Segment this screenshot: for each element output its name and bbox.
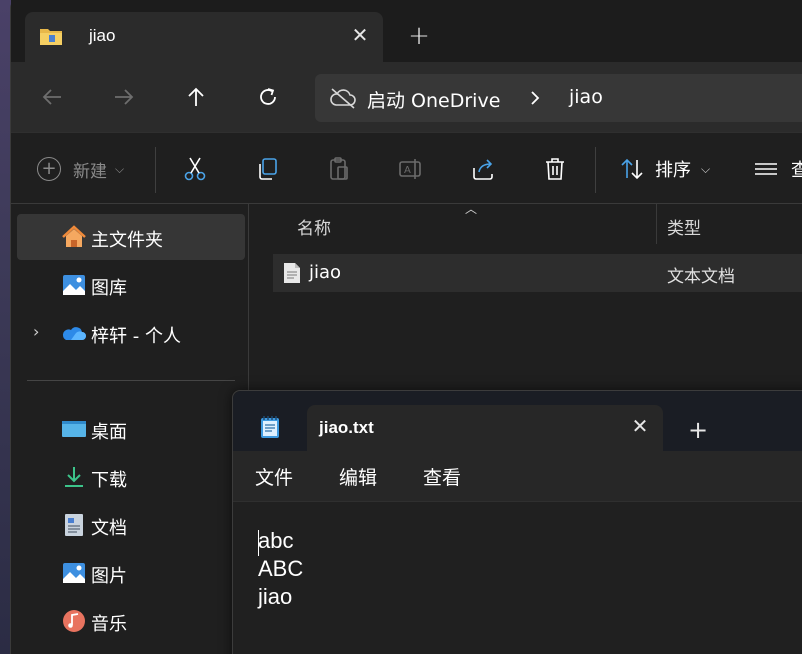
address-bar[interactable]: 启动 OneDrive jiao [315, 74, 802, 122]
sidebar-item-label: 主文件夹 [91, 230, 163, 251]
sidebar-divider [27, 380, 235, 381]
copy-icon [259, 158, 277, 180]
scissors-icon [184, 157, 206, 181]
sidebar-item-desktop[interactable]: 桌面 [17, 406, 249, 452]
sidebar-item-label: 桌面 [91, 422, 127, 443]
breadcrumb-current[interactable]: jiao [569, 86, 603, 108]
list-view-icon [755, 163, 777, 175]
refresh-icon [260, 88, 276, 105]
onedrive-cloud-icon [62, 327, 86, 340]
notepad-menu-bar: 文件 编辑 查看 [233, 451, 802, 501]
new-button-label: 新建 [73, 161, 107, 182]
sidebar-item-label: 图库 [91, 278, 127, 299]
documents-icon [65, 514, 83, 536]
new-button[interactable]: + 新建 ⌵ [37, 155, 124, 183]
trash-icon [546, 158, 564, 180]
folder-icon [40, 29, 62, 45]
text-file-icon [284, 263, 300, 283]
sidebar-item-label: 音乐 [91, 614, 127, 635]
menu-edit[interactable]: 编辑 [339, 463, 377, 490]
sidebar-item-pictures[interactable]: 图片 [17, 550, 249, 596]
sidebar-item-gallery[interactable]: 图库 [17, 262, 245, 308]
chevron-down-icon: ⌵ [701, 161, 711, 176]
notepad-tab-bar: jiao.txt ✕ + [233, 391, 802, 451]
sidebar-item-label: 图片 [91, 566, 127, 587]
text-line: ABC [258, 556, 304, 581]
paste-icon [330, 157, 348, 180]
sidebar-item-onedrive[interactable]: › 梓轩 - 个人 [17, 310, 245, 356]
notepad-tab[interactable]: jiao.txt ✕ [307, 405, 663, 451]
chevron-right-icon[interactable]: › [33, 322, 39, 341]
column-header-name[interactable]: 名称 [297, 214, 331, 239]
close-tab-icon[interactable]: ✕ [347, 22, 373, 48]
file-type: 文本文档 [667, 267, 735, 287]
text-line: abc [258, 528, 294, 553]
menu-file[interactable]: 文件 [255, 463, 293, 490]
refresh-button[interactable] [251, 80, 285, 114]
file-name: jiao [309, 262, 342, 283]
sidebar-item-label: 文档 [91, 518, 127, 539]
cut-button[interactable] [179, 153, 211, 185]
explorer-command-bar: + 新建 ⌵ A 排序 ⌵ 查 [11, 132, 802, 204]
gallery-icon [63, 275, 85, 295]
sidebar-item-label: 梓轩 - 个人 [91, 326, 181, 347]
explorer-tab-title: jiao [89, 26, 116, 45]
new-tab-button[interactable]: + [683, 415, 713, 445]
text-editor-area[interactable]: abc ABC jiao [233, 501, 802, 654]
explorer-nav-bar: 启动 OneDrive jiao [11, 62, 802, 132]
toolbar-divider [595, 147, 596, 193]
toolbar-divider [155, 147, 156, 193]
view-button-label: 查 [791, 160, 802, 181]
back-button[interactable] [35, 80, 69, 114]
delete-button[interactable] [539, 153, 571, 185]
new-tab-button[interactable]: + [403, 20, 435, 52]
desktop-icon [62, 421, 86, 437]
arrow-up-icon [188, 87, 204, 106]
home-icon [62, 225, 86, 247]
paste-button[interactable] [323, 153, 355, 185]
menu-view[interactable]: 查看 [423, 463, 461, 490]
sidebar-item-music[interactable]: 音乐 [17, 598, 249, 644]
up-button[interactable] [179, 80, 213, 114]
arrow-right-icon [115, 89, 134, 105]
sidebar-item-label: 下载 [91, 470, 127, 491]
copy-button[interactable] [251, 153, 283, 185]
arrow-left-icon [42, 89, 61, 105]
sort-arrows-icon [621, 158, 643, 180]
svg-text:A: A [404, 165, 411, 176]
navigation-pane: 主文件夹 图库 › 梓轩 - 个人 桌面 下载 文档 图片 音乐 [11, 204, 249, 654]
sort-button-label: 排序 [655, 160, 691, 181]
chevron-down-icon: ⌵ [115, 161, 125, 176]
view-button[interactable]: 查 [753, 155, 802, 183]
text-cursor [258, 530, 259, 556]
explorer-tab[interactable]: jiao ✕ [25, 12, 383, 62]
notepad-tab-title: jiao.txt [319, 418, 374, 437]
text-line: jiao [258, 584, 293, 609]
sidebar-item-documents[interactable]: 文档 [17, 502, 249, 548]
music-icon [63, 610, 85, 632]
forward-button[interactable] [107, 80, 141, 114]
breadcrumb-onedrive[interactable]: 启动 OneDrive [367, 86, 500, 113]
sidebar-item-home[interactable]: 主文件夹 [17, 214, 245, 260]
notepad-window: jiao.txt ✕ + 文件 编辑 查看 abc ABC jiao [232, 390, 802, 654]
share-button[interactable] [467, 153, 499, 185]
rename-icon: A [399, 159, 421, 179]
chevron-right-icon[interactable] [527, 88, 543, 108]
download-icon [65, 467, 83, 487]
file-row[interactable]: jiao 文本文档 [273, 254, 802, 292]
share-icon [473, 159, 493, 180]
sort-button[interactable]: 排序 ⌵ [619, 155, 710, 183]
rename-button[interactable]: A [395, 153, 427, 185]
sort-ascending-icon: ︿ [465, 202, 478, 216]
pictures-icon [63, 563, 85, 583]
column-header-type[interactable]: 类型 [667, 214, 701, 239]
cloud-offline-icon [330, 88, 356, 109]
column-resize-handle[interactable] [656, 204, 657, 244]
close-tab-icon[interactable]: ✕ [627, 413, 653, 439]
sidebar-item-downloads[interactable]: 下载 [17, 454, 249, 500]
notepad-icon [261, 416, 279, 438]
plus-circle-icon: + [37, 157, 61, 181]
